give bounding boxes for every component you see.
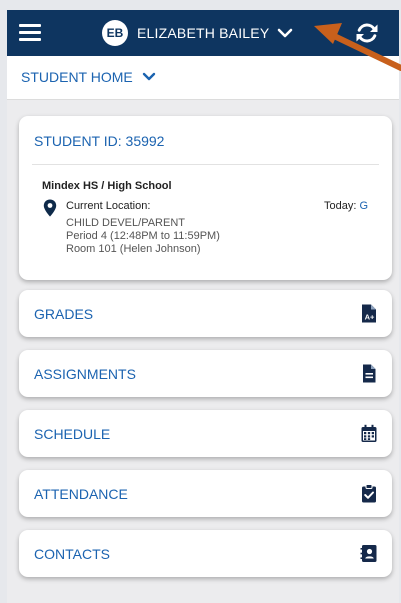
contact-card-icon <box>360 545 377 562</box>
today-value: G <box>359 200 369 212</box>
hamburger-menu-icon[interactable] <box>19 21 43 43</box>
user-name: ELIZABETH BAILEY <box>137 25 270 41</box>
avatar: EB <box>102 20 128 46</box>
current-location-label: Current Location: <box>66 200 151 212</box>
chevron-down-icon <box>142 72 155 81</box>
student-home-label: STUDENT HOME <box>21 69 133 85</box>
nav-item-label: SCHEDULE <box>34 426 111 442</box>
nav-item-grades[interactable]: GRADES A+ <box>19 290 392 337</box>
chevron-down-icon <box>278 28 293 38</box>
app-screen: EB ELIZABETH BAILEY STUDENT HOME STUDENT… <box>7 10 399 603</box>
location-course: CHILD DEVEL/PARENT <box>66 217 185 229</box>
location-room: Room 101 (Helen Johnson) <box>66 243 201 255</box>
today-label: Today: <box>324 200 357 212</box>
nav-item-assignments[interactable]: ASSIGNMENTS <box>19 350 392 397</box>
student-id: STUDENT ID: 35992 <box>34 133 165 149</box>
nav-item-contacts[interactable]: CONTACTS <box>19 530 392 577</box>
today-status: Today: G <box>324 200 368 212</box>
calendar-icon <box>361 424 377 442</box>
school-name: Mindex HS / High School <box>42 180 172 192</box>
location-period: Period 4 (12:48PM to 11:59PM) <box>66 230 220 242</box>
document-icon <box>363 364 376 383</box>
svg-text:A+: A+ <box>365 313 375 322</box>
grade-document-icon: A+ <box>362 304 376 323</box>
nav-item-label: CONTACTS <box>34 546 110 562</box>
student-home-bar: STUDENT HOME <box>7 56 399 100</box>
user-switcher-button[interactable]: EB ELIZABETH BAILEY <box>102 19 293 47</box>
location-pin-icon <box>43 199 57 217</box>
nav-item-schedule[interactable]: SCHEDULE <box>19 410 392 457</box>
nav-item-label: GRADES <box>34 306 94 322</box>
student-info-card: STUDENT ID: 35992 Mindex HS / High Schoo… <box>19 116 392 280</box>
top-app-bar: EB ELIZABETH BAILEY <box>7 10 399 56</box>
nav-item-label: ATTENDANCE <box>34 486 128 502</box>
location-details: CHILD DEVEL/PARENT Period 4 (12:48PM to … <box>66 217 220 256</box>
refresh-icon[interactable] <box>354 20 380 46</box>
divider <box>32 164 379 165</box>
nav-item-label: ASSIGNMENTS <box>34 366 136 382</box>
student-home-dropdown[interactable]: STUDENT HOME <box>21 69 156 85</box>
nav-item-attendance[interactable]: ATTENDANCE <box>19 470 392 517</box>
clipboard-check-icon <box>362 484 376 503</box>
